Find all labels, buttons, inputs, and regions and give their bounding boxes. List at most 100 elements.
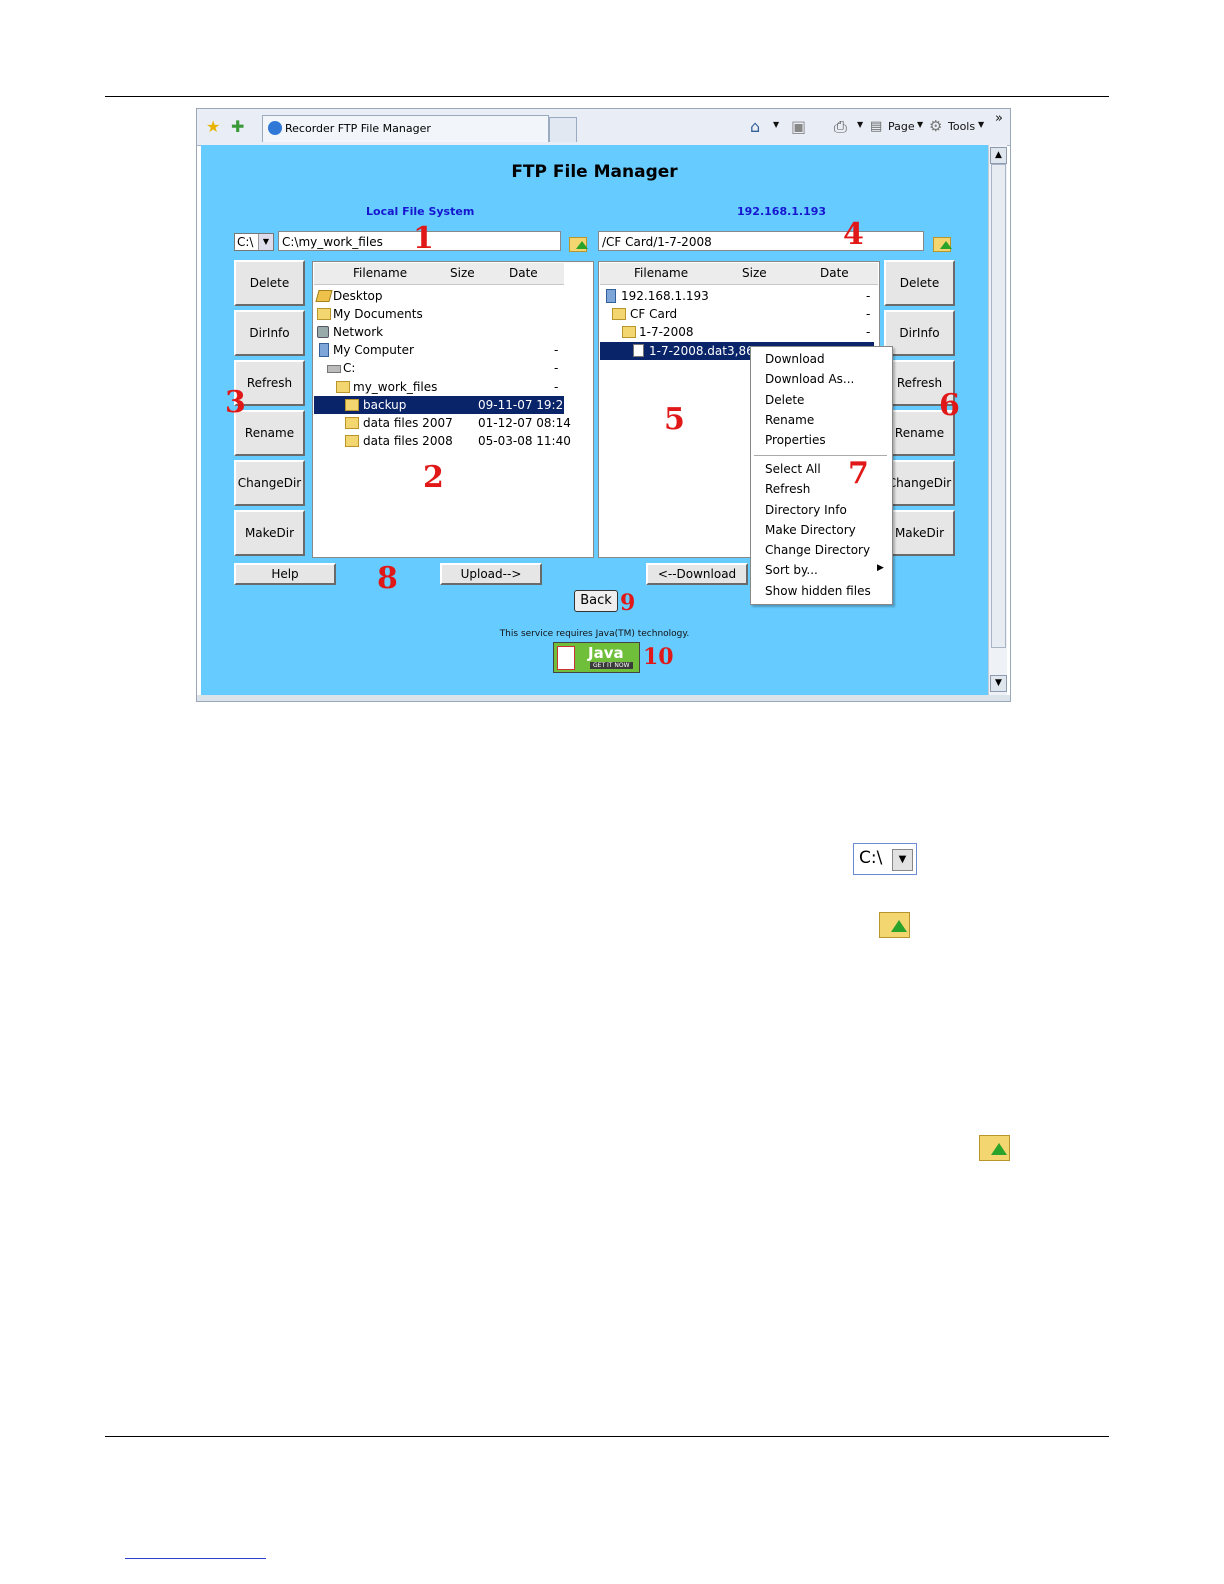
menu-properties[interactable]: Properties <box>765 433 826 447</box>
col-filename[interactable]: Filename <box>634 263 688 284</box>
remote-up-folder-icon[interactable] <box>931 233 953 253</box>
chevron-more-icon[interactable]: » <box>995 111 1003 126</box>
up-folder-figure-icon <box>878 908 910 938</box>
java-get-it-now-badge[interactable]: Java GET IT NOW <box>553 642 640 673</box>
java-requirement-note: This service requires Java(TM) technolog… <box>499 629 690 639</box>
callout-4: 4 <box>843 217 864 252</box>
menu-change-directory[interactable]: Change Directory <box>765 543 870 557</box>
up-folder-figure-icon <box>978 1131 1010 1161</box>
ie-icon <box>268 121 282 135</box>
local-column-header: Filename Size Date <box>314 263 564 285</box>
scroll-down-icon[interactable]: ▼ <box>990 675 1007 692</box>
col-size[interactable]: Size <box>450 263 475 284</box>
scroll-thumb[interactable] <box>991 164 1006 648</box>
callout-8: 8 <box>377 561 398 596</box>
page-title: FTP File Manager <box>511 162 678 182</box>
tree-row-drive-c[interactable]: C: - <box>314 359 564 377</box>
upload-button[interactable]: Upload--> <box>440 563 542 585</box>
chevron-down-icon: ▼ <box>892 849 913 871</box>
browser-toolbar: ★ ✚ Recorder FTP File Manager ⌂ ▼ ▣ ⎙ ▼ … <box>197 109 1010 146</box>
menu-rename[interactable]: Rename <box>765 413 814 427</box>
tree-row-backup-selected[interactable]: backup 09-11-07 19:27 <box>314 396 571 414</box>
callout-6: 6 <box>939 388 960 423</box>
header-rule <box>105 96 1109 97</box>
menu-directory-info[interactable]: Directory Info <box>765 503 847 517</box>
tree-row-my-documents[interactable]: My Documents <box>314 305 564 323</box>
page-menu[interactable]: Page <box>888 120 915 133</box>
folder-icon <box>345 435 359 447</box>
help-button[interactable]: Help <box>234 563 336 585</box>
page-scrollbar[interactable]: ▲ ▼ <box>988 145 1007 695</box>
tree-row-data-files-2008[interactable]: data files 2008 05-03-08 11:40 <box>314 432 571 450</box>
tools-menu[interactable]: Tools <box>948 120 975 133</box>
menu-show-hidden-files[interactable]: Show hidden files <box>765 584 871 598</box>
status-bar <box>197 695 1010 701</box>
page-icon: ▤ <box>870 119 883 134</box>
home-dropdown-icon[interactable]: ▼ <box>773 120 779 129</box>
col-size[interactable]: Size <box>742 263 767 284</box>
remote-dirinfo-button[interactable]: DirInfo <box>884 310 955 356</box>
tools-dropdown-icon[interactable]: ▼ <box>978 120 984 129</box>
tree-row-data-files-2007[interactable]: data files 2007 01-12-07 08:14 <box>314 414 571 432</box>
local-up-folder-icon[interactable] <box>567 233 589 253</box>
print-dropdown-icon[interactable]: ▼ <box>857 120 863 129</box>
menu-delete[interactable]: Delete <box>765 393 804 407</box>
home-icon[interactable]: ⌂ <box>750 117 760 136</box>
applet-page: FTP File Manager Local File System 192.1… <box>201 145 988 695</box>
callout-1: 1 <box>413 221 434 256</box>
open-folder-icon <box>622 326 636 338</box>
menu-download-as[interactable]: Download As... <box>765 372 854 386</box>
computer-icon <box>606 289 616 303</box>
col-date[interactable]: Date <box>509 263 538 284</box>
page-dropdown-icon[interactable]: ▼ <box>917 120 923 129</box>
local-delete-button[interactable]: Delete <box>234 260 305 306</box>
col-filename[interactable]: Filename <box>353 263 407 284</box>
back-button[interactable]: Back <box>574 590 618 612</box>
remote-changedir-button[interactable]: ChangeDir <box>884 460 955 506</box>
local-file-pane[interactable]: Filename Size Date Desktop My Documents … <box>312 261 594 558</box>
java-badge-tagline: GET IT NOW <box>590 662 633 669</box>
print-icon[interactable]: ⎙ <box>834 117 847 137</box>
browser-tab[interactable]: Recorder FTP File Manager <box>262 115 549 142</box>
remote-delete-button[interactable]: Delete <box>884 260 955 306</box>
local-makedir-button[interactable]: MakeDir <box>234 510 305 556</box>
callout-5: 5 <box>664 402 685 437</box>
download-button[interactable]: <--Download <box>646 563 748 585</box>
drive-select[interactable]: C:\ ▼ <box>234 233 274 251</box>
new-tab-button[interactable] <box>549 117 577 142</box>
add-favorites-icon[interactable]: ✚ <box>231 117 244 136</box>
tools-gear-icon: ⚙ <box>929 117 943 135</box>
menu-make-directory[interactable]: Make Directory <box>765 523 856 537</box>
remote-row-1-7-2008[interactable]: 1-7-2008- <box>600 323 874 341</box>
callout-2: 2 <box>423 460 444 495</box>
local-heading: Local File System <box>366 205 475 218</box>
tree-row-my-computer[interactable]: My Computer - <box>314 341 564 359</box>
desktop-icon <box>315 290 333 302</box>
col-date[interactable]: Date <box>820 263 849 284</box>
chevron-down-icon[interactable]: ▼ <box>258 234 273 250</box>
callout-7: 7 <box>848 456 869 491</box>
remote-column-header: Filename Size Date <box>600 263 878 285</box>
remote-row-cf-card[interactable]: CF Card - <box>600 305 874 323</box>
context-menu: Download Download As... Delete Rename Pr… <box>750 346 893 605</box>
tree-row-desktop[interactable]: Desktop <box>314 287 564 305</box>
menu-sort-by[interactable]: Sort by... <box>765 563 818 577</box>
tree-row-network[interactable]: Network <box>314 323 564 341</box>
java-cup-icon <box>557 646 575 670</box>
local-dirinfo-button[interactable]: DirInfo <box>234 310 305 356</box>
menu-select-all[interactable]: Select All <box>765 462 821 476</box>
remote-path-input[interactable]: /CF Card/1-7-2008 <box>598 231 924 251</box>
favorites-star-icon[interactable]: ★ <box>206 117 220 136</box>
tree-row-my-work-files[interactable]: my_work_files - <box>314 378 564 396</box>
feeds-icon[interactable]: ▣ <box>791 117 806 136</box>
menu-download[interactable]: Download <box>765 352 825 366</box>
scroll-up-icon[interactable]: ▲ <box>990 147 1007 164</box>
browser-window: ★ ✚ Recorder FTP File Manager ⌂ ▼ ▣ ⎙ ▼ … <box>196 108 1011 702</box>
open-folder-icon <box>336 381 350 393</box>
local-changedir-button[interactable]: ChangeDir <box>234 460 305 506</box>
file-icon <box>633 344 644 357</box>
remote-makedir-button[interactable]: MakeDir <box>884 510 955 556</box>
tab-title: Recorder FTP File Manager <box>285 122 431 135</box>
menu-refresh[interactable]: Refresh <box>765 482 810 496</box>
remote-row-host[interactable]: 192.168.1.193- <box>600 287 874 305</box>
